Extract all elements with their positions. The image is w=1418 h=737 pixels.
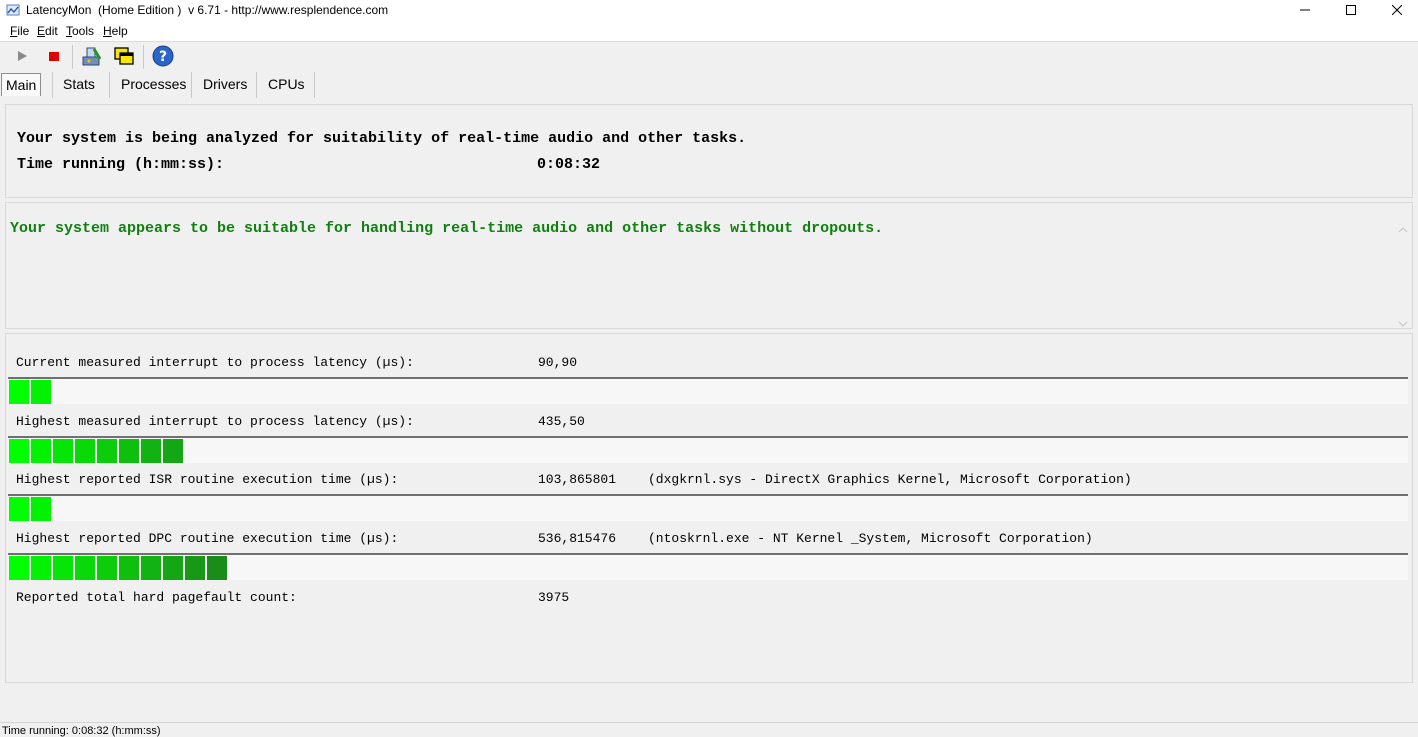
highest-latency-bar-fill [9,439,185,463]
bar-segment [141,439,161,463]
tab-cpus[interactable]: CPUs [268,73,305,95]
menu-file[interactable]: File [10,24,29,38]
bar-segment [31,556,51,580]
toolbar: ? [0,42,1418,72]
isr-time-bar [8,494,1408,521]
windows-button[interactable] [112,45,136,69]
dpc-time-bar-fill [9,556,229,580]
tab-separator [191,72,192,98]
tab-separator [52,72,53,98]
highest-latency-label: Highest measured interrupt to process la… [16,414,414,429]
maximize-button[interactable] [1328,0,1374,22]
bar-segment [75,439,95,463]
time-running-value: 0:08:32 [537,156,601,173]
bar-segment [141,556,161,580]
current-latency-label: Current measured interrupt to process la… [16,355,414,370]
isr-time-bar-fill [9,497,53,521]
bar-segment [163,556,183,580]
scroll-down-icon[interactable] [1398,316,1408,330]
bar-segment [9,380,29,404]
menu-bar: File Edit Tools Help [0,22,1418,42]
menu-edit[interactable]: Edit [37,24,58,38]
bar-segment [31,497,51,521]
time-running-label: Time running (h:mm:ss): [17,156,225,173]
scroll-up-icon[interactable] [1398,222,1408,236]
highest-latency-bar [8,436,1408,463]
analyze-button[interactable] [79,45,103,69]
status-bar: Time running: 0:08:32 (h:mm:ss) [0,722,1418,737]
dpc-time-bar [8,553,1408,580]
windows-icon [113,45,135,70]
bar-segment [119,439,139,463]
tab-separator [314,72,315,98]
analysis-header-panel [5,104,1413,198]
pagefault-count-value: 3975 [538,590,570,605]
analyze-icon [80,45,102,70]
bar-segment [185,556,205,580]
tab-separator [256,72,257,98]
current-latency-bar [8,377,1408,404]
bar-segment [9,556,29,580]
minimize-icon [1300,4,1310,18]
bar-segment [9,497,29,521]
bar-segment [31,439,51,463]
analysis-status-text: Your system is being analyzed for suitab… [17,130,747,147]
help-icon: ? [152,45,174,70]
current-latency-bar-fill [9,380,53,404]
bar-segment [163,439,183,463]
isr-time-value: 103,865801 [538,472,617,487]
help-button[interactable]: ? [151,45,175,69]
bar-segment [75,556,95,580]
bar-segment [53,556,73,580]
start-button[interactable] [10,45,34,69]
title-bar[interactable]: LatencyMon (Home Edition ) v 6.71 - http… [0,0,1418,22]
bar-segment [53,439,73,463]
tab-bar: Main Stats Processes Drivers CPUs [0,72,1418,98]
minimize-button[interactable] [1282,0,1328,22]
window-title: LatencyMon (Home Edition ) v 6.71 - http… [26,3,389,17]
toolbar-separator [143,45,144,69]
dpc-time-value: 536,815476 [538,531,617,546]
verdict-text: Your system appears to be suitable for h… [10,220,884,237]
highest-latency-value: 435,50 [538,414,585,429]
dpc-time-label: Highest reported DPC routine execution t… [16,531,399,546]
tab-main[interactable]: Main [1,73,42,96]
toolbar-separator [72,45,73,69]
play-icon [15,49,29,66]
tab-stats[interactable]: Stats [63,73,95,95]
stop-icon [47,49,61,66]
pagefault-count-label: Reported total hard pagefault count: [16,590,297,605]
isr-driver-info: (dxgkrnl.sys - DirectX Graphics Kernel, … [648,472,1132,487]
verdict-scrollbar[interactable] [1395,218,1412,328]
dpc-driver-info: (ntoskrnl.exe - NT Kernel _System, Micro… [648,531,1093,546]
tab-separator [109,72,110,98]
close-button[interactable] [1374,0,1418,22]
bar-segment [119,556,139,580]
maximize-icon [1346,4,1356,18]
bar-segment [97,556,117,580]
bar-segment [9,439,29,463]
current-latency-value: 90,90 [538,355,578,370]
status-text: Time running: 0:08:32 (h:mm:ss) [2,725,161,737]
stop-button[interactable] [42,45,66,69]
close-icon [1391,4,1403,18]
bar-segment [97,439,117,463]
bar-segment [207,556,227,580]
menu-tools[interactable]: Tools [66,24,94,38]
menu-help[interactable]: Help [103,24,128,38]
isr-time-label: Highest reported ISR routine execution t… [16,472,399,487]
app-icon [6,3,20,17]
tab-drivers[interactable]: Drivers [203,73,247,95]
tab-processes[interactable]: Processes [121,73,186,95]
bar-segment [31,380,51,404]
svg-text:?: ? [159,49,167,65]
